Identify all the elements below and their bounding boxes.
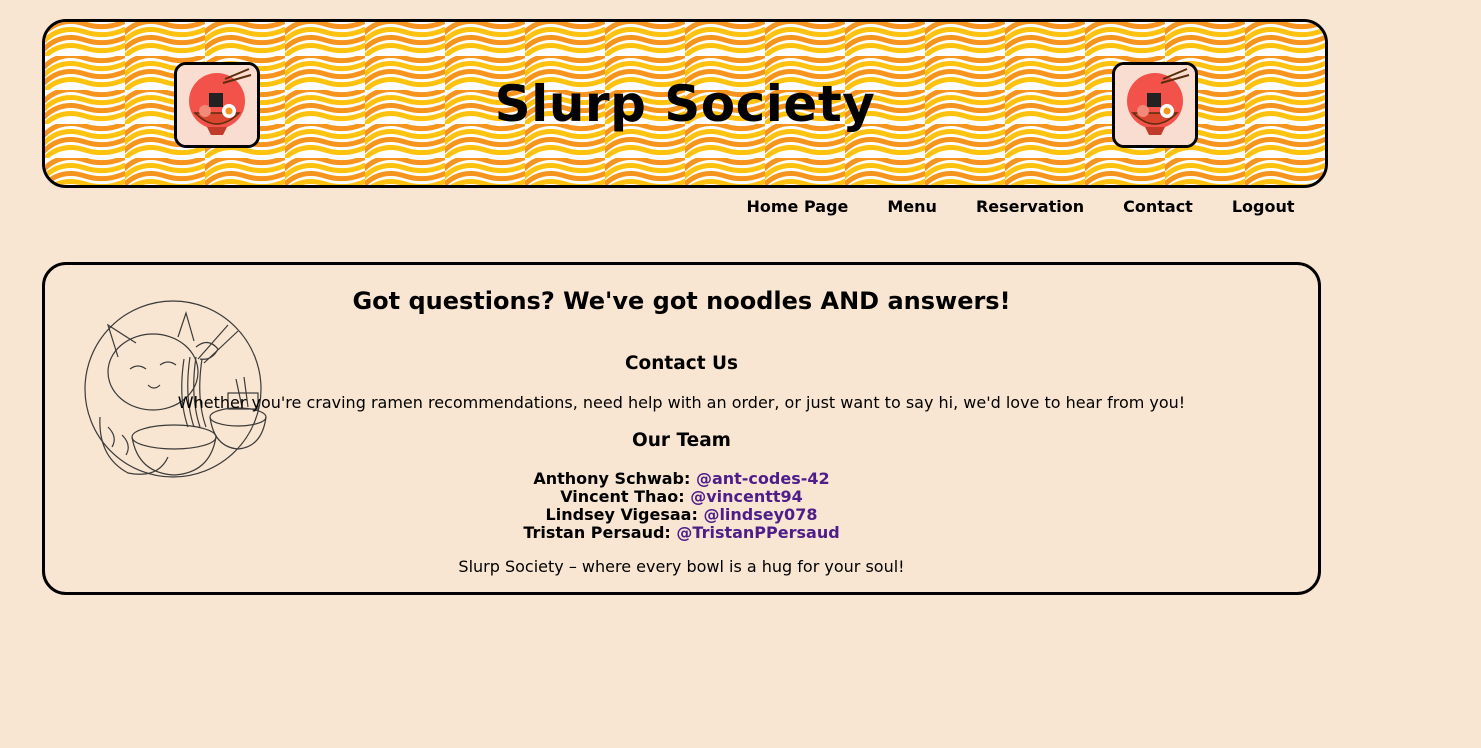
nav-home-page[interactable]: Home Page — [727, 197, 868, 217]
main-nav: Home Page Menu Reservation Contact Logou… — [727, 197, 1314, 217]
team-member-name: Anthony Schwab: — [533, 469, 691, 488]
ramen-bowl-icon — [1115, 65, 1195, 145]
team-member-handle-link[interactable]: @ant-codes-42 — [696, 469, 830, 488]
contact-card: Got questions? We've got noodles AND ans… — [42, 262, 1321, 595]
our-team-heading: Our Team — [632, 430, 731, 451]
logo-right[interactable] — [1112, 62, 1198, 148]
team-member-handle-link[interactable]: @lindsey078 — [703, 505, 817, 524]
team-member-name: Tristan Persaud: — [523, 523, 671, 542]
team-member-handle-link[interactable]: @TristanPPersaud — [676, 523, 839, 542]
nav-reservation[interactable]: Reservation — [956, 197, 1103, 217]
tagline: Slurp Society – where every bowl is a hu… — [458, 557, 905, 576]
team-member-name: Vincent Thao: — [560, 487, 685, 506]
header-banner: Slurp Society — [42, 19, 1328, 188]
team-member: Tristan Persaud: @TristanPPersaud — [45, 524, 1318, 542]
nav-menu[interactable]: Menu — [868, 197, 957, 217]
team-list: Anthony Schwab: @ant-codes-42 Vincent Th… — [45, 470, 1318, 542]
nav-contact[interactable]: Contact — [1104, 197, 1213, 217]
team-member-name: Lindsey Vigesaa: — [545, 505, 698, 524]
contact-us-heading: Contact Us — [624, 353, 739, 374]
team-member-handle-link[interactable]: @vincentt94 — [690, 487, 803, 506]
contact-description: Whether you're craving ramen recommendat… — [177, 393, 1186, 412]
team-member: Lindsey Vigesaa: @lindsey078 — [45, 506, 1318, 524]
nav-logout[interactable]: Logout — [1212, 197, 1314, 217]
team-member: Vincent Thao: @vincentt94 — [45, 488, 1318, 506]
team-member: Anthony Schwab: @ant-codes-42 — [45, 470, 1318, 488]
contact-headline: Got questions? We've got noodles AND ans… — [352, 287, 1011, 315]
